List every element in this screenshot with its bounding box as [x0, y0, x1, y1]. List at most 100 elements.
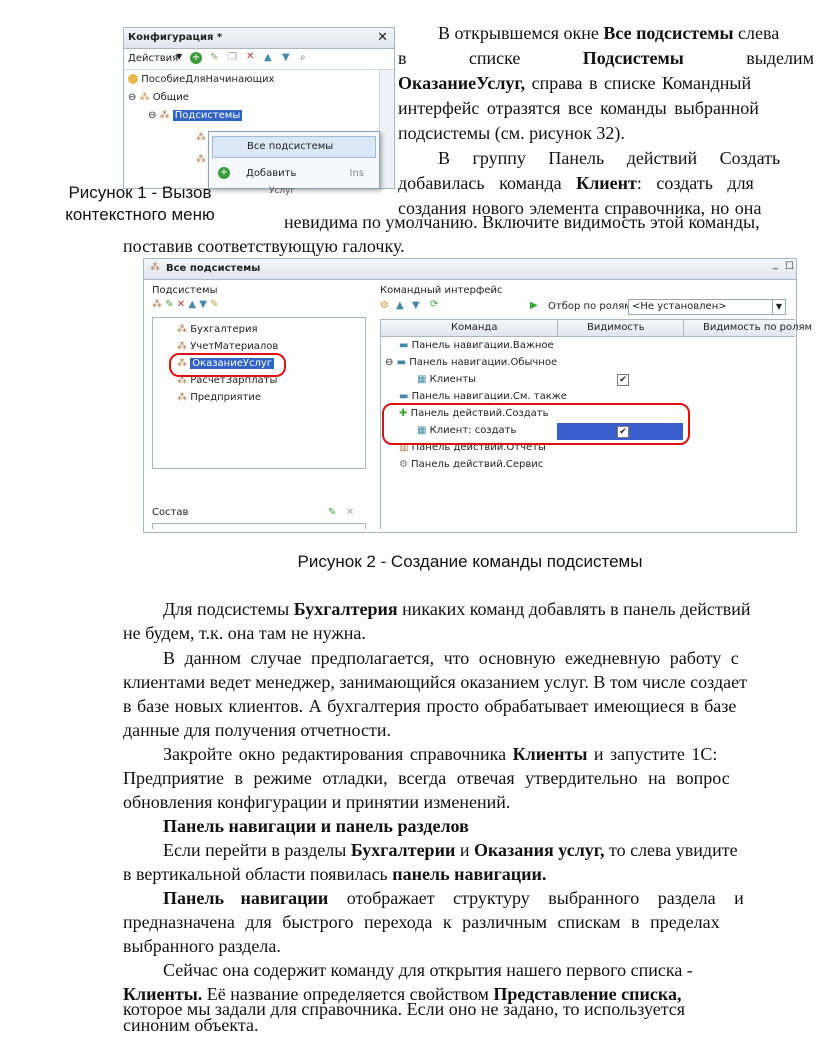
subsystem-icon: ⁂ [196, 132, 206, 143]
list-item[interactable]: ⁂ УчетМатериалов [177, 341, 278, 352]
navigation-icon: ▬ [396, 357, 407, 368]
column-divider [683, 320, 684, 336]
gear-icon: ⚙ [399, 459, 408, 470]
menu-item-shortcut: Ins [349, 168, 365, 179]
close-icon[interactable]: ✕ [377, 30, 388, 45]
tree-item-label: Общие [152, 92, 189, 103]
context-menu: Все подсистемы + Добавить Ins [208, 131, 380, 189]
text-line: клиентами ведет менеджер, занимающийся о… [123, 672, 747, 692]
text-line: выбранного раздела. [123, 936, 281, 956]
caption-line: контекстного меню [65, 205, 215, 224]
tree-item-subsystems[interactable]: ⊖ ⁂ Подсистемы [148, 110, 243, 121]
table-row[interactable]: ▦ Клиенты [417, 374, 476, 385]
column-header[interactable]: Команда [451, 322, 497, 333]
text-line: Панель навигации отображает структуру вы… [163, 888, 744, 908]
config-icon [128, 74, 138, 84]
move-up-icon[interactable]: ▲ [396, 300, 404, 311]
play-icon[interactable]: ▶ [530, 300, 538, 311]
highlight-ring [382, 403, 690, 445]
section-heading: Панель навигации и панель разделов [163, 816, 469, 836]
tree-item-root[interactable]: ПособиеДляНачинающих [128, 74, 274, 85]
delete-icon[interactable]: ✕ [246, 51, 254, 62]
collapse-icon[interactable]: ⊖ [148, 110, 156, 121]
scrollbar[interactable] [379, 70, 394, 188]
text-line: не будем, т.к. она там не нужна. [123, 623, 366, 643]
window-icon: ⁂ [150, 262, 160, 273]
cut-off-text: Услуг [269, 186, 296, 196]
command-toolbar: ⚙ ▲ ▼ ⟳ ▶ Отбор по ролям: <Не установлен… [380, 299, 794, 317]
filter-label: Отбор по ролям: [548, 301, 636, 312]
chevron-down-icon[interactable]: ▼ [772, 300, 785, 314]
delete-icon[interactable]: ✕ [177, 299, 185, 310]
figure-1-caption: Рисунок 1 - Вызов контекстного меню [40, 182, 240, 226]
subsystems-panel: Подсистемы ⁂ ✎ ✕ ▲ ▼ ✎ ⁂ Бухгалтерия ⁂ У… [148, 283, 368, 529]
edit-icon[interactable]: ✎ [210, 299, 218, 310]
move-up-icon[interactable]: ▲ [188, 299, 196, 310]
list-item[interactable]: ⁂ Предприятие [177, 392, 261, 403]
tree-item-common[interactable]: ⊖ ⁂ Общие [128, 92, 189, 103]
text-line: добавилась команда Клиент: создать для [398, 173, 754, 193]
delete-icon[interactable]: ✕ [346, 507, 354, 518]
text-line: Предприятие в режиме отладки, всегда отв… [123, 768, 730, 788]
text-line: Сейчас она содержит команду для открытия… [163, 960, 693, 980]
text-line: обновления конфигурации и принятии измен… [123, 792, 511, 812]
sostav-list [152, 523, 366, 529]
command-interface-panel: Командный интерфейс ⚙ ▲ ▼ ⟳ ▶ Отбор по р… [376, 283, 812, 529]
column-header[interactable]: Видимость по ролям [703, 322, 812, 333]
navigation-icon: ▬ [399, 391, 409, 402]
highlight-ring [169, 353, 286, 377]
menu-item-add[interactable]: + Добавить Ins [212, 164, 374, 184]
edit-icon[interactable]: ✎ [328, 507, 336, 518]
subsystems-toolbar: ⁂ ✎ ✕ ▲ ▼ ✎ [152, 299, 219, 310]
figure-2-caption: Рисунок 2 - Создание команды подсистемы [297, 552, 643, 571]
fig1-toolbar: Действия ▼ + ✎ ❐ ✕ ▲ ▼ ⌕ [124, 49, 394, 70]
settings-icon[interactable]: ⚙ [380, 300, 389, 311]
menu-item-all-subsystems[interactable]: Все подсистемы [212, 136, 376, 158]
subsystem-icon[interactable]: ⁂ [152, 299, 162, 310]
text-line: Закройте окно редактирования справочника… [163, 744, 718, 764]
menu-item-label: Добавить [246, 168, 297, 179]
actions-menu[interactable]: Действия [128, 53, 178, 64]
collapse-icon[interactable]: ⊖ [385, 357, 393, 368]
edit-icon[interactable]: ✎ [210, 52, 218, 63]
edit-icon[interactable]: ✎ [165, 299, 173, 310]
table-row[interactable]: ▬ Панель навигации.Важное [399, 340, 554, 351]
caption-line: Рисунок 1 - Вызов [68, 183, 212, 202]
list-item[interactable]: ⁂ Бухгалтерия [177, 324, 258, 335]
maximize-icon[interactable]: ☐ [785, 261, 794, 272]
move-up-icon[interactable]: ▲ [264, 52, 272, 63]
move-down-icon[interactable]: ▼ [282, 52, 290, 63]
find-icon[interactable]: ⌕ [300, 52, 306, 63]
visibility-checkbox[interactable]: ✔ [617, 374, 629, 386]
table-header: Команда Видимость Видимость по ролям [381, 320, 812, 337]
subsystem-icon: ⁂ [177, 341, 187, 352]
copy-icon[interactable]: ❐ [228, 52, 237, 63]
table-row[interactable]: ▬ Панель навигации.См. также [399, 391, 567, 402]
subsystem-icon: ⁂ [177, 392, 187, 403]
add-icon[interactable]: + [190, 52, 202, 64]
text-line: в базе новых клиентов. А бухгалтерия про… [123, 696, 737, 716]
filter-select[interactable]: <Не установлен> ▼ [628, 299, 786, 315]
column-header[interactable]: Видимость [587, 322, 645, 333]
subsystems-list: ⁂ Бухгалтерия ⁂ УчетМатериалов ⁂ Оказани… [152, 317, 366, 469]
text-line: данные для получения отчетности. [123, 720, 391, 740]
add-icon: + [218, 167, 230, 179]
text-line: предназначена для быстрого перехода к ра… [123, 912, 720, 932]
refresh-icon[interactable]: ⟳ [430, 299, 438, 310]
move-down-icon[interactable]: ▼ [199, 299, 207, 310]
text-line: в вертикальной области появилась панель … [123, 864, 547, 884]
catalog-icon: ▦ [417, 374, 427, 385]
text-line: Если перейти в разделы Бухгалтерии и Ока… [163, 840, 738, 860]
fig1-title: Конфигурация * [128, 32, 223, 43]
table-row[interactable]: ⊖ ▬ Панель навигации.Обычное [385, 357, 557, 368]
text-line: поставив соответствующую галочку. [123, 236, 405, 256]
subsystem-icon: ⁂ [196, 154, 206, 165]
tree-item-label: Подсистемы [172, 110, 243, 121]
text-line: синоним объекта. [123, 1015, 259, 1035]
move-down-icon[interactable]: ▼ [412, 300, 420, 311]
chevron-down-icon[interactable]: ▼ [176, 52, 182, 61]
table-row[interactable]: ⚙ Панель действий.Сервис [399, 459, 543, 470]
fig2-title: Все подсистемы [166, 263, 261, 274]
collapse-icon[interactable]: ⊖ [128, 92, 136, 103]
minimize-icon[interactable]: _ [773, 259, 778, 270]
